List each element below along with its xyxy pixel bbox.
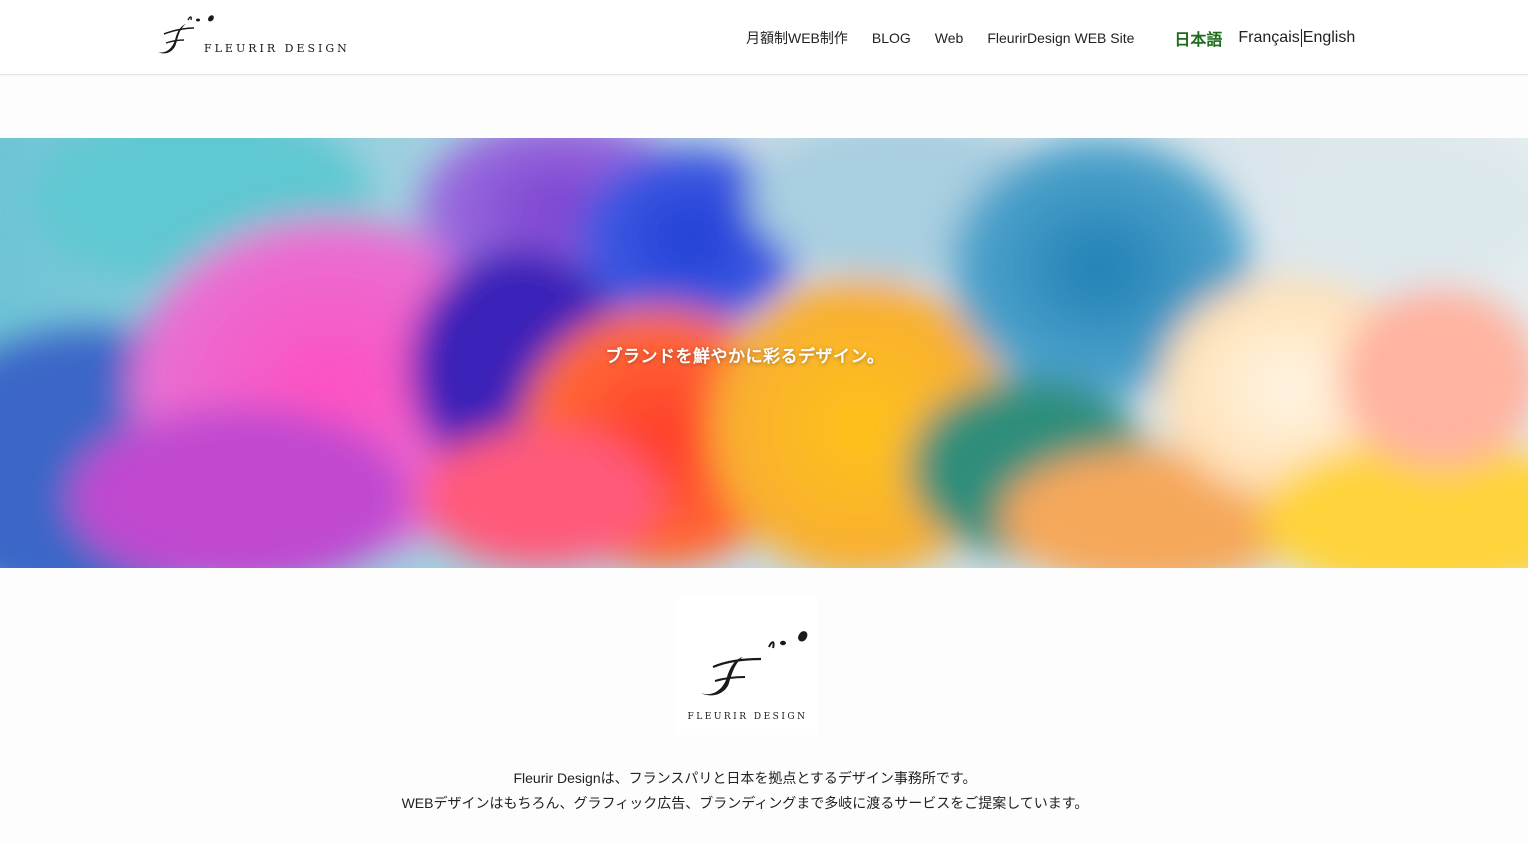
about-text-line-2: WEBデザインはもちろん、グラフィック広告、ブランディングまで多岐に渡るサービス… (401, 795, 1089, 811)
lang-japanese[interactable]: 日本語 (1174, 26, 1222, 50)
nav-fleurir-site[interactable]: FleurirDesign WEB Site (987, 30, 1134, 46)
fleurir-logo-icon: FLEURIR DESIGN (677, 597, 818, 735)
hero-banner: ブランドを鮮やかに彩るデザイン。 (0, 138, 1528, 568)
about-text-line-1: Fleurir Designは、フランスパリと日本を拠点とするデザイン事務所です… (513, 770, 977, 786)
fleurir-logo-icon: FLEURIR DESIGN (158, 15, 350, 55)
svg-text:FLEURIR DESIGN: FLEURIR DESIGN (688, 712, 808, 722)
main-nav: 月額制WEB制作 BLOG Web FleurirDesign WEB Site… (746, 26, 1355, 50)
nav-web[interactable]: Web (935, 30, 964, 46)
lang-divider (1300, 29, 1302, 47)
site-header: FLEURIR DESIGN 月額制WEB制作 BLOG Web Fleurir… (0, 0, 1528, 75)
lang-french[interactable]: Français (1238, 29, 1299, 47)
svg-text:FLEURIR DESIGN: FLEURIR DESIGN (204, 42, 350, 55)
header-logo[interactable]: FLEURIR DESIGN (150, 10, 360, 58)
lang-english[interactable]: English (1303, 29, 1355, 47)
nav-monthly-web[interactable]: 月額制WEB制作 (746, 28, 848, 48)
language-switcher: 日本語 Français English (1174, 26, 1355, 50)
nav-blog[interactable]: BLOG (872, 30, 911, 46)
about-logo: FLEURIR DESIGN (677, 597, 818, 735)
hero-tagline: ブランドを鮮やかに彩るデザイン。 (605, 347, 885, 366)
